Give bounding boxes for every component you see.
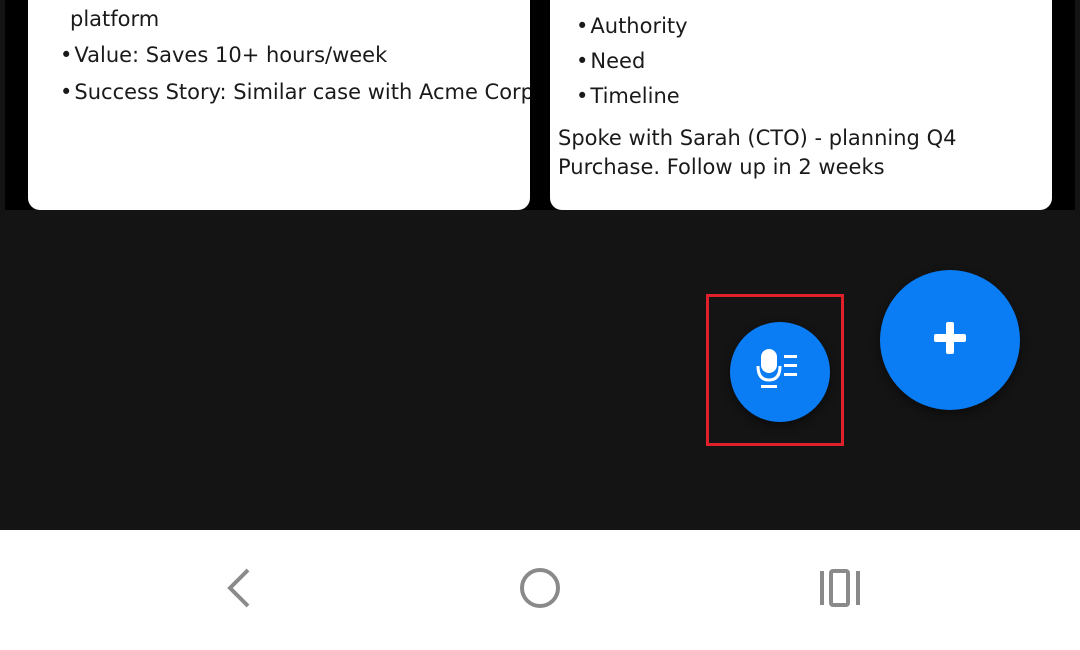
notes-grid: platform Value: Saves 10+ hours/week Suc… bbox=[5, 0, 1075, 210]
note-bullet: Value: Saves 10+ hours/week bbox=[60, 38, 387, 73]
recents-button[interactable] bbox=[810, 560, 870, 620]
note-bullet: Timeline bbox=[576, 79, 679, 114]
back-button[interactable] bbox=[210, 560, 270, 620]
circle-home-icon bbox=[518, 566, 562, 614]
plus-icon bbox=[930, 318, 970, 362]
microphone-list-icon bbox=[752, 342, 808, 402]
note-text-line: platform bbox=[70, 7, 160, 31]
note-card[interactable]: platform Value: Saves 10+ hours/week Suc… bbox=[28, 0, 530, 210]
voice-note-button[interactable] bbox=[730, 322, 830, 422]
recents-icon bbox=[818, 568, 862, 612]
note-summary: Spoke with Sarah (CTO) - planning Q4 Pur… bbox=[558, 126, 957, 179]
home-button[interactable] bbox=[510, 560, 570, 620]
note-bullet: Authority bbox=[576, 9, 687, 44]
add-note-button[interactable] bbox=[880, 270, 1020, 410]
note-card[interactable]: Authority Need Timeline Spoke with Sarah… bbox=[550, 0, 1052, 210]
app-screen: platform Value: Saves 10+ hours/week Suc… bbox=[0, 0, 1080, 650]
chevron-left-icon bbox=[220, 566, 260, 614]
system-navigation-bar bbox=[0, 530, 1080, 650]
note-bullet: Need bbox=[576, 44, 645, 79]
note-bullet: Success Story: Similar case with Acme Co… bbox=[60, 75, 530, 110]
